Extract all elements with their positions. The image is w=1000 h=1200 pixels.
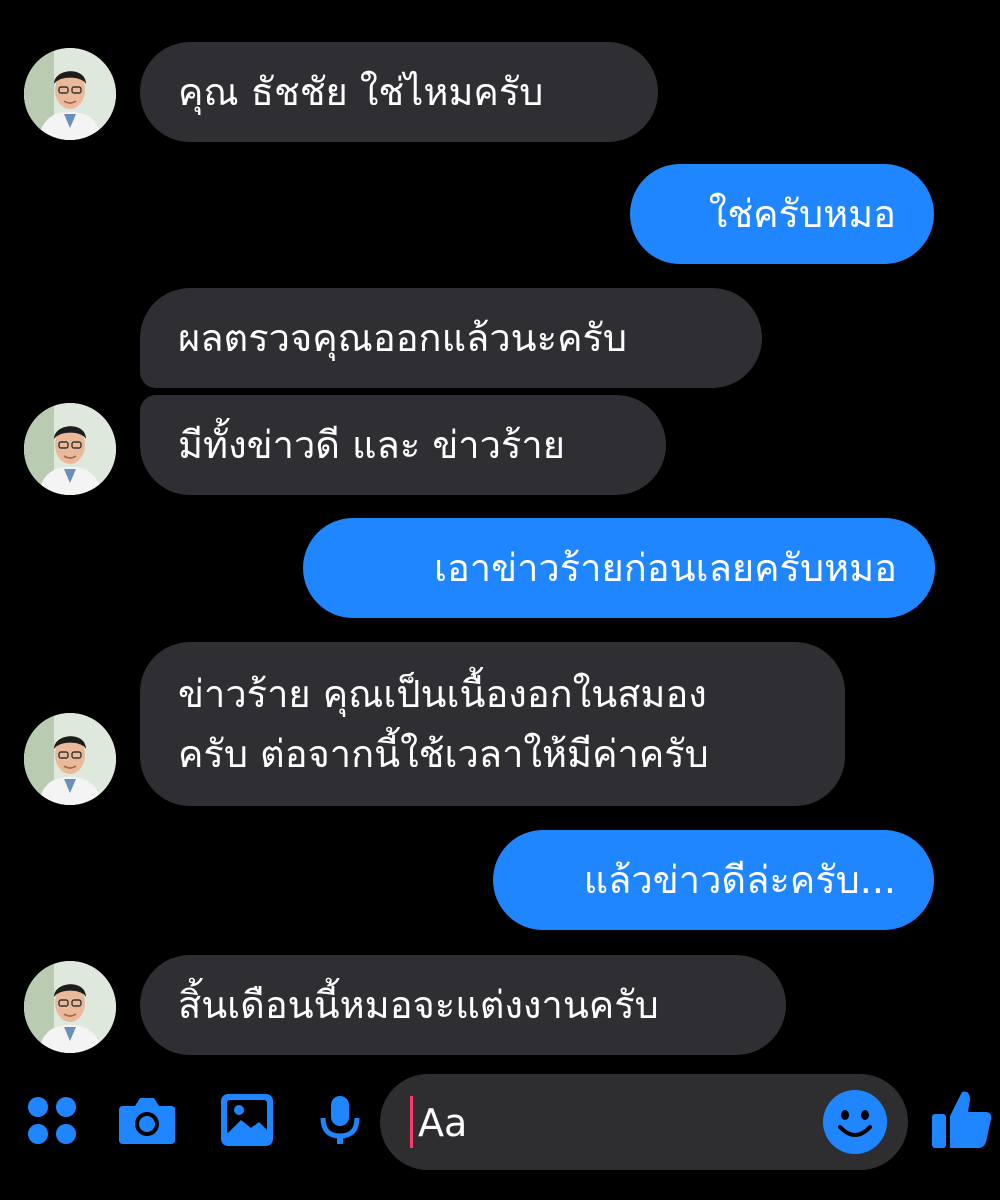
message-bubble-outgoing[interactable]: แล้วข่าวดีล่ะครับ... bbox=[493, 830, 934, 930]
message-bubble-incoming[interactable]: สิ้นเดือนนี้หมอจะแต่งงานครับ bbox=[140, 955, 786, 1055]
text-cursor bbox=[410, 1096, 413, 1148]
message-input[interactable] bbox=[416, 1088, 820, 1158]
doctor-avatar-image bbox=[24, 713, 116, 805]
camera-icon[interactable] bbox=[117, 1090, 177, 1150]
doctor-avatar[interactable] bbox=[24, 48, 116, 140]
message-text-line-2: ครับ ต่อจากนี้ใช้เวลาให้มีค่าครับ bbox=[178, 732, 709, 776]
message-text: มีทั้งข่าวดี และ ข่าวร้าย bbox=[178, 423, 565, 467]
apps-icon[interactable] bbox=[22, 1090, 82, 1150]
message-bubble-incoming[interactable]: ผลตรวจคุณออกแล้วนะครับ bbox=[140, 288, 762, 388]
emoji-icon[interactable] bbox=[820, 1087, 890, 1157]
doctor-avatar[interactable] bbox=[24, 961, 116, 1053]
message-bubble-outgoing[interactable]: ใช่ครับหมอ bbox=[630, 164, 934, 264]
message-text: เอาข่าวร้ายก่อนเลยครับหมอ bbox=[433, 546, 897, 590]
doctor-avatar-image bbox=[24, 961, 116, 1053]
doctor-avatar[interactable] bbox=[24, 713, 116, 805]
message-bubble-incoming[interactable]: ข่าวร้าย คุณเป็นเนื้องอกในสมอง ครับ ต่อจ… bbox=[140, 642, 845, 806]
message-text: คุณ ธัชชัย ใช่ไหมครับ bbox=[178, 70, 544, 114]
message-text: ใช่ครับหมอ bbox=[708, 192, 896, 236]
thumbs-up-icon[interactable] bbox=[928, 1086, 994, 1152]
microphone-icon[interactable] bbox=[310, 1090, 370, 1150]
doctor-avatar-image bbox=[24, 48, 116, 140]
doctor-avatar[interactable] bbox=[24, 403, 116, 495]
message-bubble-incoming[interactable]: คุณ ธัชชัย ใช่ไหมครับ bbox=[140, 42, 658, 142]
message-text: ผลตรวจคุณออกแล้วนะครับ bbox=[178, 316, 628, 360]
doctor-avatar-image bbox=[24, 403, 116, 495]
message-bubble-outgoing[interactable]: เอาข่าวร้ายก่อนเลยครับหมอ bbox=[303, 518, 935, 618]
message-bubble-incoming[interactable]: มีทั้งข่าวดี และ ข่าวร้าย bbox=[140, 395, 666, 495]
gallery-icon[interactable] bbox=[217, 1090, 277, 1150]
message-composer[interactable] bbox=[380, 1074, 908, 1170]
message-text: แล้วข่าวดีล่ะครับ... bbox=[583, 858, 896, 902]
message-text: สิ้นเดือนนี้หมอจะแต่งงานครับ bbox=[178, 983, 659, 1027]
message-text-line-1: ข่าวร้าย คุณเป็นเนื้องอกในสมอง bbox=[178, 672, 707, 716]
